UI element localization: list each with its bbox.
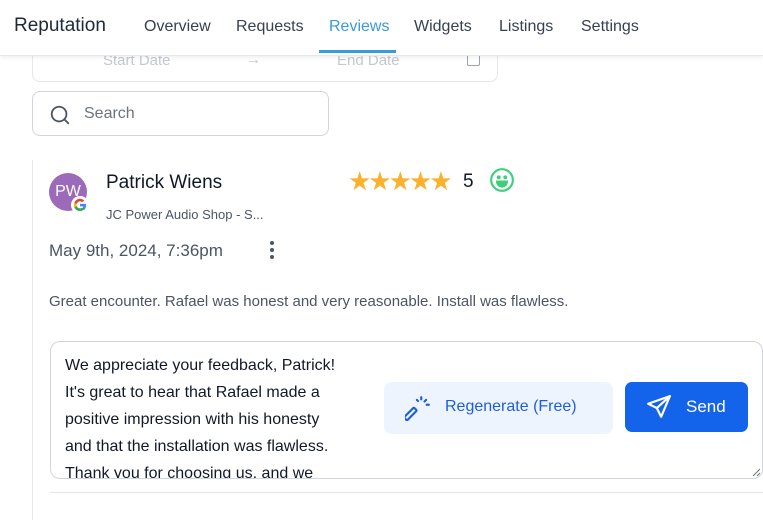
tab-overview[interactable]: Overview [144,18,211,36]
send-button[interactable]: Send [625,382,748,432]
search-placeholder: Search [84,105,135,122]
tab-reviews[interactable]: Reviews [329,18,389,36]
divider [50,492,763,493]
send-label: Send [686,397,726,416]
more-options-icon[interactable] [266,238,278,264]
reviewer-name: Patrick Wiens [106,172,223,193]
send-icon [647,395,671,418]
rating-value: 5 [463,171,474,192]
reply-textarea[interactable]: We appreciate your feedback, Patrick! It… [50,341,763,479]
tab-requests[interactable]: Requests [236,18,304,36]
smile-icon [490,168,514,192]
regenerate-button[interactable]: Regenerate (Free) [384,382,613,434]
tab-listings[interactable]: Listings [499,18,553,36]
app-title: Reputation [14,15,106,36]
magic-wand-icon [405,396,430,421]
reply-text[interactable]: We appreciate your feedback, Patrick! It… [65,352,385,478]
search-input[interactable]: Search [32,91,329,136]
review-card: PW Patrick Wiens JC Power Audio Shop - S… [32,160,763,520]
star-rating: ★★★★★ [348,166,453,196]
google-icon [71,196,89,214]
tab-settings[interactable]: Settings [581,18,639,36]
review-date: May 9th, 2024, 7:36pm [49,241,223,260]
tab-widgets[interactable]: Widgets [414,18,472,36]
top-navigation: Reputation Overview Requests Reviews Wid… [0,0,763,56]
review-text: Great encounter. Rafael was honest and v… [49,293,569,310]
regenerate-label: Regenerate (Free) [445,398,577,415]
active-tab-indicator [319,50,396,53]
search-icon [50,105,70,125]
resize-handle[interactable] [752,468,760,476]
business-location: JC Power Audio Shop - S... [106,207,264,222]
